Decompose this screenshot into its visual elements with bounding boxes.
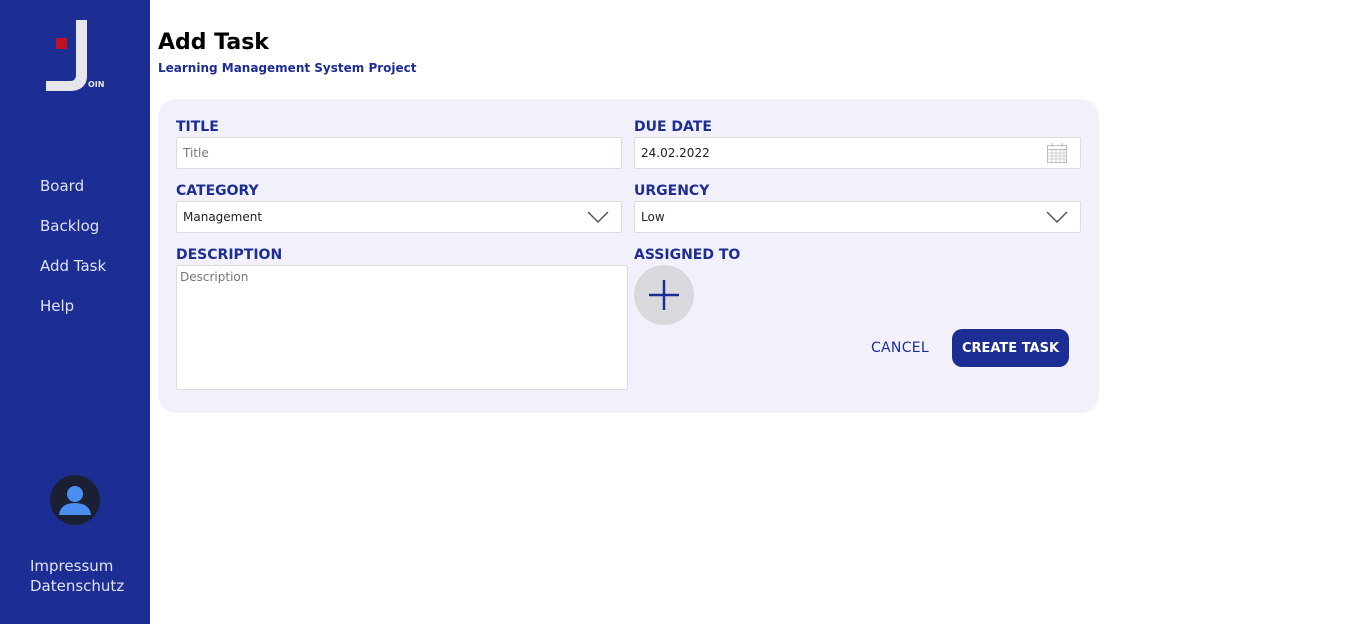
description-textarea[interactable] — [176, 265, 628, 390]
chevron-down-icon — [1046, 211, 1068, 224]
due-date-field[interactable]: 24.02.2022 — [634, 137, 1081, 169]
title-label: TITLE — [176, 119, 219, 135]
assigned-to-label: ASSIGNED TO — [634, 247, 741, 263]
due-date-label: DUE DATE — [634, 119, 712, 135]
chevron-down-icon — [587, 211, 609, 224]
page-subtitle: Learning Management System Project — [158, 61, 417, 75]
add-task-form: TITLE DUE DATE 24.02.2022 CATEGORY Manag… — [158, 99, 1099, 413]
datenschutz-link[interactable]: Datenschutz — [30, 577, 124, 595]
join-logo[interactable]: OIN — [44, 18, 108, 94]
urgency-value: Low — [641, 210, 665, 224]
nav-item-backlog[interactable]: Backlog — [40, 217, 99, 235]
add-assignee-button[interactable] — [634, 265, 694, 325]
impressum-link[interactable]: Impressum — [30, 557, 113, 575]
nav-item-help[interactable]: Help — [40, 297, 74, 315]
category-value: Management — [183, 210, 263, 224]
description-label: DESCRIPTION — [176, 247, 283, 263]
title-input[interactable] — [176, 137, 622, 169]
user-avatar[interactable] — [50, 475, 100, 525]
page-title: Add Task — [158, 30, 269, 55]
category-label: CATEGORY — [176, 183, 259, 199]
urgency-select[interactable]: Low — [634, 201, 1081, 233]
nav-item-add-task[interactable]: Add Task — [40, 257, 106, 275]
sidebar: OIN Board Backlog Add Task Help Impressu… — [0, 0, 150, 624]
create-task-button[interactable]: CREATE TASK — [952, 329, 1069, 367]
user-icon — [59, 486, 91, 515]
due-date-value: 24.02.2022 — [641, 146, 710, 160]
nav-item-board[interactable]: Board — [40, 177, 84, 195]
urgency-label: URGENCY — [634, 183, 710, 199]
calendar-icon[interactable] — [1046, 142, 1068, 164]
cancel-button[interactable]: CANCEL — [858, 329, 942, 367]
category-select[interactable]: Management — [176, 201, 622, 233]
logo-text: OIN — [88, 80, 105, 89]
plus-icon — [649, 280, 679, 310]
